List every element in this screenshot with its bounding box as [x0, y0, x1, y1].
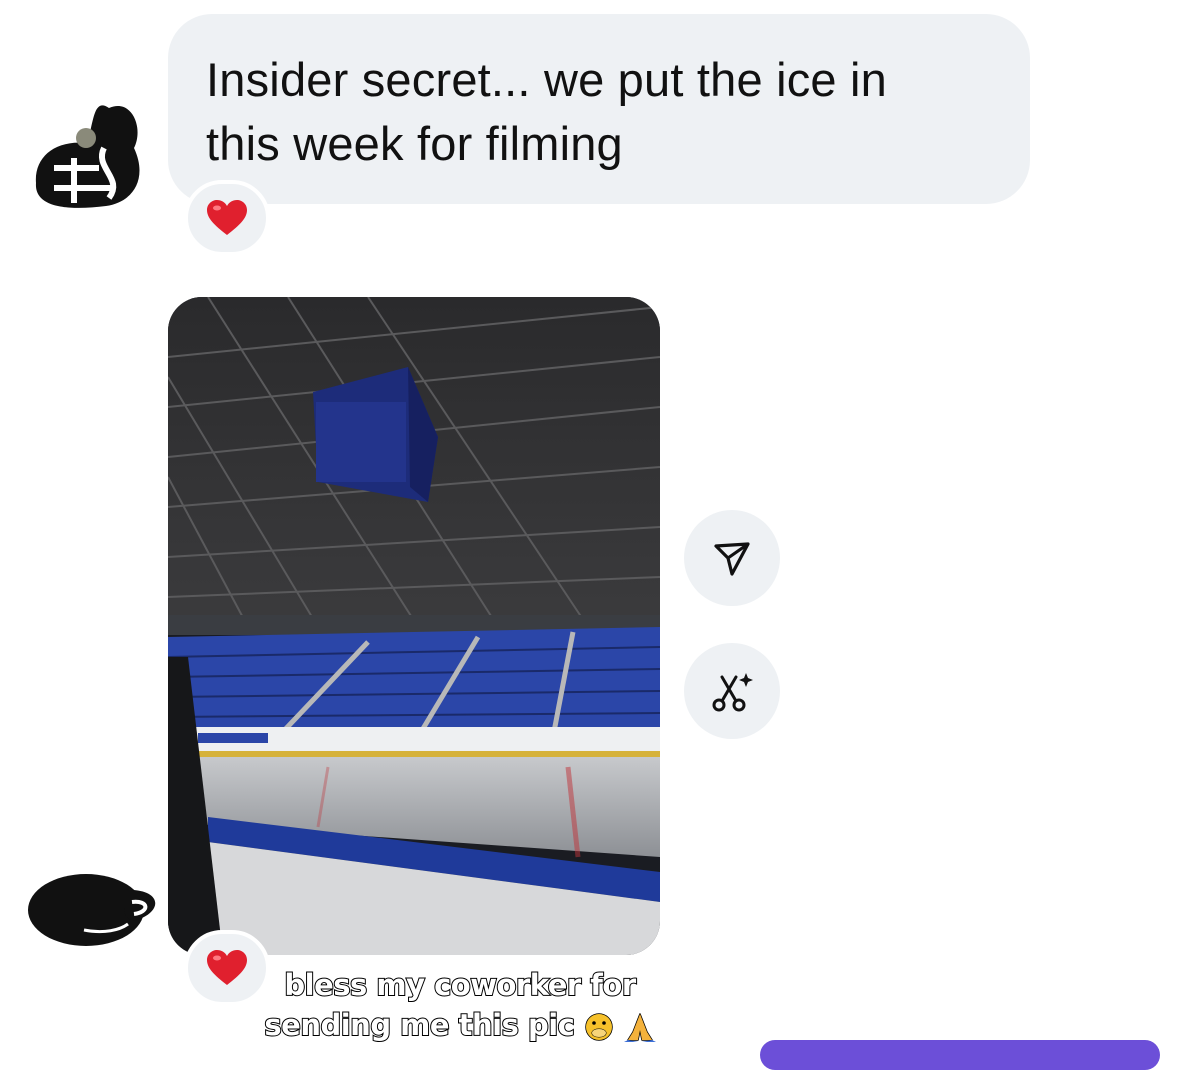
edit-button[interactable] — [684, 643, 780, 739]
caption-line-1: bless my coworker for — [283, 967, 637, 1003]
arena-image — [168, 297, 660, 955]
praying-hands-emoji-icon — [623, 1013, 656, 1042]
share-button[interactable] — [684, 510, 780, 606]
overlay-caption: bless my coworker for sending me this pi… — [255, 965, 665, 1045]
composer-bar[interactable] — [760, 1040, 1160, 1070]
caption-line-2: sending me this pic — [263, 1007, 575, 1043]
hand-over-mouth-emoji-icon — [585, 1013, 613, 1041]
sender-avatar-top[interactable] — [14, 88, 154, 230]
message-reaction[interactable] — [184, 180, 270, 256]
heart-icon — [207, 200, 247, 235]
caption-line-2-wrap: sending me this pic — [255, 1005, 665, 1045]
sender-avatar-bottom[interactable] — [24, 868, 164, 954]
scissors-sparkle-icon — [712, 673, 753, 712]
share-icon — [714, 542, 750, 576]
arena-photo[interactable] — [168, 297, 660, 955]
message-text: Insider secret... we put the ice in this… — [206, 53, 887, 170]
message-bubble[interactable]: Insider secret... we put the ice in this… — [168, 14, 1030, 204]
heart-icon — [207, 950, 247, 985]
